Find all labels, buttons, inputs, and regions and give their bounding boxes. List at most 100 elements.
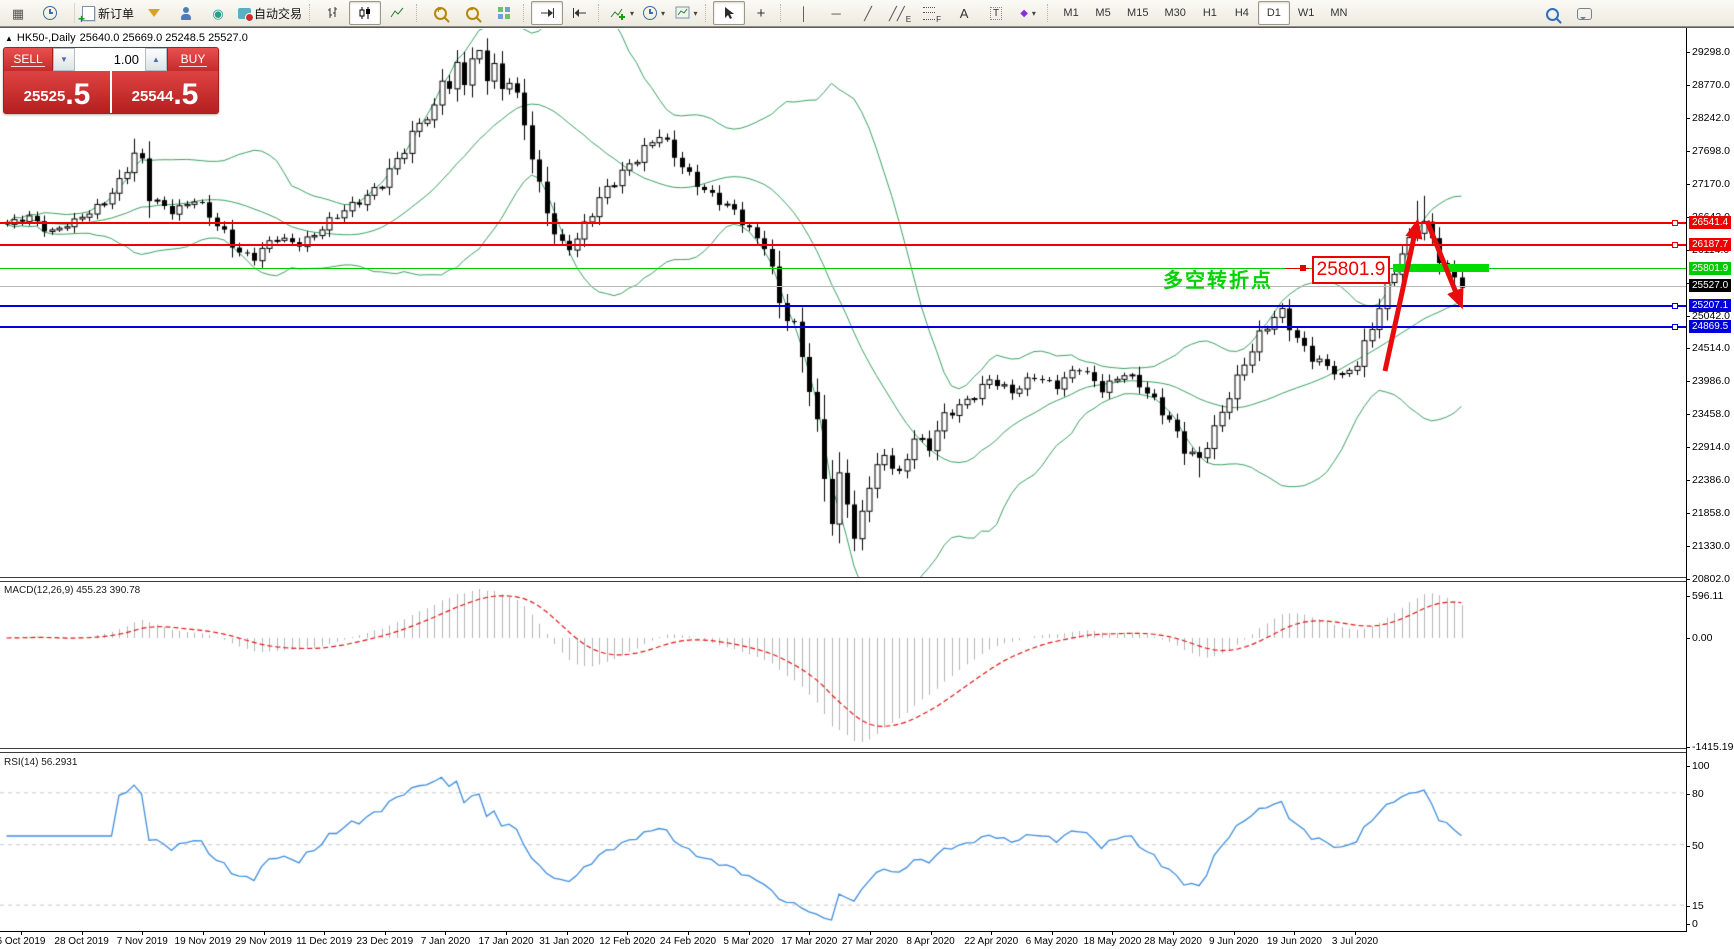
chart-shift-button[interactable] (563, 1, 595, 25)
date-label: 12 Feb 2020 (599, 936, 655, 947)
channel-button[interactable]: ╱╱E (884, 1, 916, 25)
date-label: 31 Jan 2020 (539, 936, 594, 947)
arrows-button[interactable]: ◆▾ (1012, 1, 1044, 25)
person-icon (180, 7, 192, 20)
signals-button[interactable]: ◉ (202, 1, 234, 25)
timeframe-m30[interactable]: M30 (1156, 1, 1193, 25)
price-tick-label: 24514.0 (1692, 342, 1730, 354)
periods-button[interactable]: ▾ (638, 1, 670, 25)
price-level-tag: 24869.5 (1689, 320, 1731, 333)
date-tick (567, 932, 568, 935)
date-label: 22 Apr 2020 (964, 936, 1018, 947)
horizontal-line-icon: ─ (831, 7, 840, 20)
time-axis-border (0, 931, 1686, 932)
buy-button[interactable]: BUY (168, 48, 218, 71)
separator (523, 4, 528, 22)
horizontal-level-line[interactable] (0, 326, 1686, 328)
collapse-triangle-icon[interactable]: ▲ (5, 34, 13, 43)
rsi-panel-separator[interactable] (0, 748, 1686, 753)
price-tick-label: 28242.0 (1692, 112, 1730, 124)
text-label-button[interactable]: T (980, 1, 1012, 25)
timeframe-m15[interactable]: M15 (1119, 1, 1156, 25)
separator (1047, 4, 1052, 22)
volume-decrease-button[interactable]: ▼ (53, 48, 75, 71)
timeframe-h4[interactable]: H4 (1226, 1, 1258, 25)
timeframe-mn[interactable]: MN (1322, 1, 1355, 25)
vertical-line-button[interactable]: │ (788, 1, 820, 25)
buy-price[interactable]: 25544.5 (112, 71, 218, 113)
timeframe-m1[interactable]: M1 (1055, 1, 1087, 25)
price-level-tag: 26541.4 (1689, 216, 1731, 229)
horizontal-level-line[interactable] (0, 305, 1686, 307)
horizontal-level-line[interactable] (0, 244, 1686, 246)
price-tick-label: 28770.0 (1692, 79, 1730, 91)
price-tick-label: 26642.0 (1692, 211, 1730, 223)
price-tick-label: 27170.0 (1692, 178, 1730, 190)
green-highlight-bar[interactable] (1393, 264, 1489, 272)
autotrade-button[interactable]: 自动交易 (234, 1, 306, 25)
horizontal-level-line[interactable] (0, 222, 1686, 224)
periods-clock-icon (643, 6, 657, 20)
timeframe-label: M5 (1091, 7, 1114, 19)
timeframe-m5[interactable]: M5 (1087, 1, 1119, 25)
price-level-tag: 25207.1 (1689, 299, 1731, 312)
templates-button[interactable]: ▾ (670, 1, 702, 25)
price-tick-label: 22914.0 (1692, 441, 1730, 453)
zoom-in-button[interactable]: + (424, 1, 456, 25)
level-price-box[interactable]: 25801.9 (1312, 256, 1390, 284)
volume-spinner: ▼ 1.00 ▲ (52, 48, 168, 71)
turning-point-text[interactable]: 多空转折点 (1163, 264, 1273, 293)
volume-input[interactable]: 1.00 (75, 48, 145, 71)
sell-price[interactable]: 25525.5 (4, 71, 112, 113)
depth-of-market-button[interactable] (138, 1, 170, 25)
timeframe-label: D1 (1263, 7, 1285, 19)
date-label: 17 Mar 2020 (781, 936, 837, 947)
trendline-button[interactable]: ╱ (852, 1, 884, 25)
indicators-button[interactable]: ▾ (606, 1, 638, 25)
price-level-tag: 26187.7 (1689, 238, 1731, 251)
search-button[interactable] (1536, 2, 1568, 26)
charts-window-icon[interactable]: ▦ (2, 1, 34, 25)
macd-panel-separator[interactable] (0, 577, 1686, 582)
macd-canvas[interactable] (0, 582, 1686, 749)
volume-increase-button[interactable]: ▲ (145, 48, 167, 71)
timeframe-w1[interactable]: W1 (1290, 1, 1323, 25)
buy-price-main: 25544 (132, 84, 174, 110)
text-button[interactable]: A (948, 1, 980, 25)
timeframe-d1[interactable]: D1 (1258, 1, 1290, 25)
price-tick-label: 23458.0 (1692, 408, 1730, 420)
date-tick (870, 932, 871, 935)
new-order-button[interactable]: 新订单 (78, 1, 138, 25)
timeframe-h1[interactable]: H1 (1194, 1, 1226, 25)
date-tick (264, 932, 265, 935)
tile-windows-button[interactable] (488, 1, 520, 25)
channel-icon: ╱╱ (889, 7, 905, 20)
experts-button[interactable] (170, 1, 202, 25)
zoom-in-icon: + (434, 7, 447, 20)
date-tick (142, 932, 143, 935)
price-tick-label: 20802.0 (1692, 573, 1730, 585)
separator (309, 4, 314, 22)
indicators-icon (610, 6, 626, 20)
bar-chart-icon (326, 6, 340, 20)
date-label: 11 Dec 2019 (296, 936, 352, 947)
candlestick-chart-button[interactable] (349, 1, 381, 25)
chat-button[interactable] (1568, 2, 1600, 26)
history-center-icon[interactable] (34, 1, 66, 25)
fibonacci-button[interactable]: F (916, 1, 948, 25)
horizontal-line-button[interactable]: ─ (820, 1, 852, 25)
autotrade-icon (238, 8, 251, 19)
auto-scroll-button[interactable] (531, 1, 563, 25)
dropdown-caret-icon: ▾ (630, 9, 634, 18)
price-tick-label: 21330.0 (1692, 540, 1730, 552)
sell-button[interactable]: SELL (4, 48, 52, 71)
zoom-out-button[interactable]: − (456, 1, 488, 25)
crosshair-button[interactable]: + (745, 1, 777, 25)
rsi-canvas[interactable] (0, 752, 1686, 931)
bar-chart-button[interactable] (317, 1, 349, 25)
cursor-button[interactable] (713, 1, 745, 25)
auto-scroll-icon (540, 6, 555, 20)
date-label: 7 Nov 2019 (117, 936, 168, 947)
arrows-icon: ◆ (1020, 7, 1028, 20)
line-chart-button[interactable] (381, 1, 413, 25)
